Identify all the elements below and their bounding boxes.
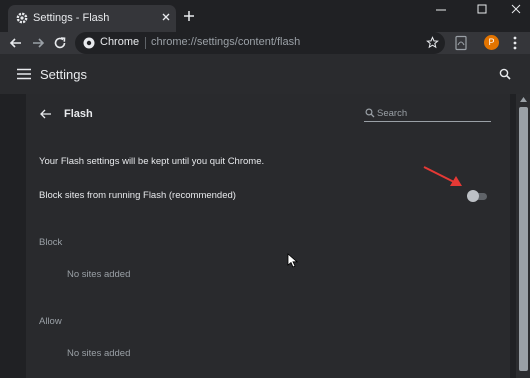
allow-section-heading: Allow: [39, 316, 62, 327]
scroll-up-icon[interactable]: [520, 97, 527, 102]
search-icon[interactable]: [499, 68, 511, 80]
block-flash-label: Block sites from running Flash (recommen…: [39, 190, 236, 201]
flash-info-text: Your Flash settings will be kept until y…: [39, 156, 265, 167]
omnibox-divider: [145, 37, 146, 49]
star-icon[interactable]: [426, 36, 439, 49]
settings-header: Settings: [0, 54, 530, 94]
allow-empty-text: No sites added: [67, 348, 131, 359]
site-label: Chrome: [100, 36, 140, 48]
red-arrow-annotation: [423, 166, 462, 186]
scrollbar-thumb[interactable]: [519, 107, 528, 371]
pdf-extension-icon[interactable]: [453, 35, 469, 51]
flash-settings-card: [26, 94, 510, 378]
mouse-cursor-icon: [287, 253, 298, 268]
tab-settings-flash[interactable]: Settings - Flash: [8, 5, 176, 32]
gear-icon: [16, 12, 28, 24]
back-arrow-icon[interactable]: [39, 108, 52, 120]
toggle-knob: [467, 190, 479, 202]
address-bar[interactable]: Chrome chrome://settings/content/flash: [75, 32, 445, 54]
more-options-icon[interactable]: [509, 35, 521, 51]
search-icon: [365, 108, 375, 118]
tab-strip: Settings - Flash: [0, 0, 530, 32]
page-title: Settings: [40, 67, 87, 82]
maximize-icon[interactable]: [474, 3, 490, 17]
hamburger-menu-icon[interactable]: [17, 68, 31, 80]
block-flash-toggle[interactable]: [467, 190, 489, 202]
search-field[interactable]: [364, 106, 491, 122]
chrome-icon: [83, 37, 95, 49]
subpage-title: Flash: [64, 108, 93, 120]
block-empty-text: No sites added: [67, 269, 131, 280]
reload-icon[interactable]: [52, 35, 68, 51]
forward-icon[interactable]: [30, 35, 46, 51]
new-tab-icon[interactable]: [182, 9, 196, 23]
minimize-icon[interactable]: [433, 3, 449, 17]
close-icon[interactable]: [160, 11, 172, 23]
scrollbar[interactable]: [516, 94, 530, 378]
block-section-heading: Block: [39, 237, 63, 248]
search-input[interactable]: [377, 107, 487, 120]
url-text[interactable]: chrome://settings/content/flash: [151, 36, 300, 48]
window-close-icon[interactable]: [508, 3, 524, 17]
back-icon[interactable]: [8, 35, 24, 51]
avatar[interactable]: P: [484, 35, 499, 50]
tab-title: Settings - Flash: [33, 12, 110, 24]
toolbar: Chrome chrome://settings/content/flash P: [0, 32, 530, 54]
